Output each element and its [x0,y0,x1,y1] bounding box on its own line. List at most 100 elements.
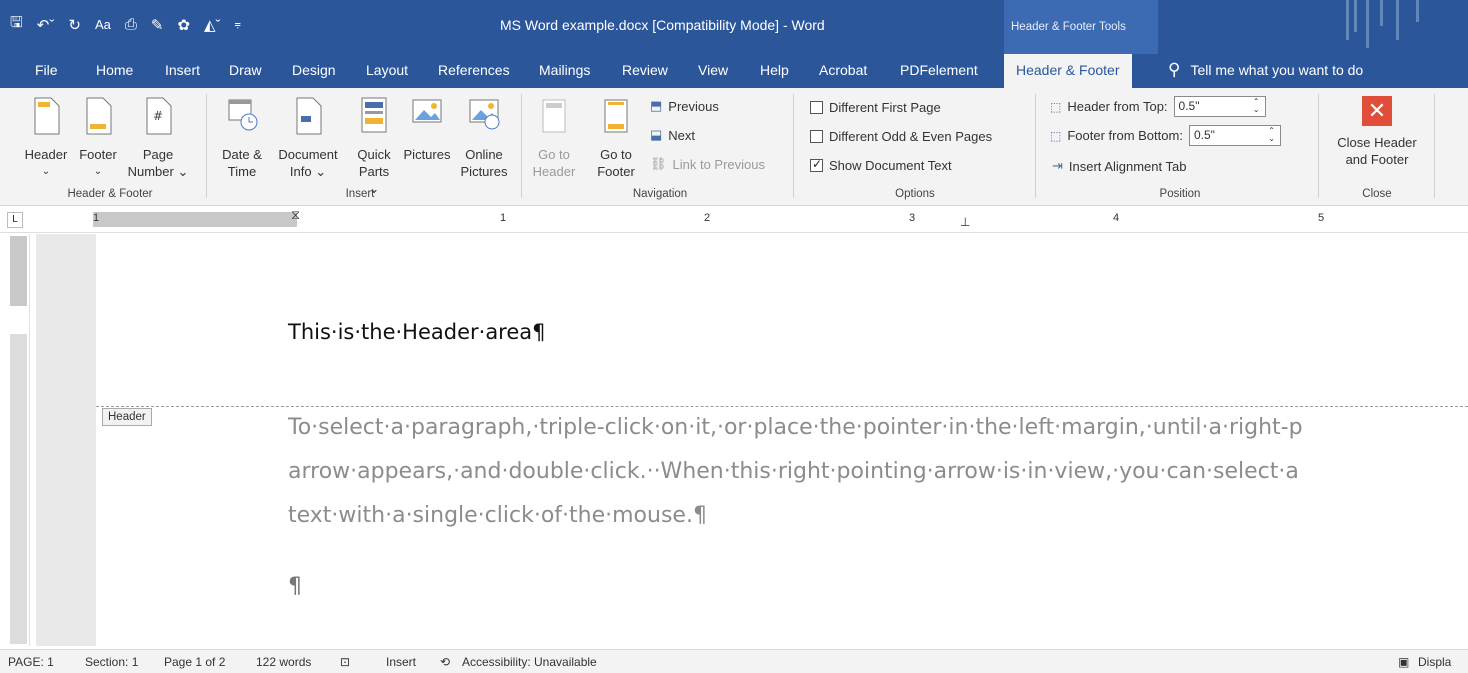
pictures-icon [412,99,442,123]
vruler-track [10,334,27,644]
header-icon [34,97,60,135]
link-icon: ⛓ [650,156,667,171]
tab-acrobat[interactable]: Acrobat [819,62,867,78]
customize-qat-icon[interactable]: ⩦ [235,18,241,31]
ruler-number: 2 [704,212,711,224]
vertical-ruler[interactable] [8,234,30,646]
spinner-arrows-icon[interactable]: ⌃ ⌄ [1268,127,1275,143]
title-decoration [1336,0,1446,54]
link-to-previous-button[interactable]: ⛓ Link to Previous [650,156,765,172]
tab-home[interactable]: Home [96,62,133,78]
pictures-button[interactable]: Pictures [398,96,456,163]
body-paragraph[interactable]: To·select·a·paragraph,·triple-click·on·i… [288,406,1468,538]
separator [521,94,522,198]
show-document-text-option[interactable]: Show Document Text [810,157,952,173]
tab-help[interactable]: Help [760,62,789,78]
group-insert-label: Insert [345,188,375,200]
close-header-footer-button[interactable]: ✕ Close Header and Footer [1328,96,1426,168]
group-position-label: Position [1159,188,1201,200]
status-page[interactable]: PAGE: 1 [8,655,54,669]
group-options-label: Options [895,188,935,200]
page-number-icon: # [146,97,172,135]
tell-me-box[interactable]: ⚲ Tell me what you want to do [1168,60,1363,80]
tab-pdfelement[interactable]: PDFelement [900,62,978,78]
document-info-button[interactable]: Document Info ⌄ [273,96,343,180]
tab-mailings[interactable]: Mailings [539,62,590,78]
ruler-number: 3 [909,212,916,224]
footer-icon [86,97,112,135]
different-odd-even-option[interactable]: Different Odd & Even Pages [810,129,992,144]
spinner-arrows-icon[interactable]: ⌃ ⌄ [1253,98,1260,114]
tab-stop-icon[interactable]: ⊥ [960,215,970,229]
svg-text:#: # [153,109,163,123]
change-case-icon[interactable]: Aa [95,17,111,32]
status-bar: PAGE: 1 Section: 1 Page 1 of 2 122 words… [0,649,1468,673]
tab-header-footer[interactable]: Header & Footer [1004,54,1132,88]
tab-design[interactable]: Design [292,62,336,78]
header-text[interactable]: This·is·the·Header·area¶ [288,320,546,344]
left-page-margin [36,234,96,646]
go-to-footer-button[interactable]: Go to Footer [594,96,638,180]
go-to-header-button[interactable]: Go to Header [532,96,576,180]
save-icon[interactable]: 🖫 [10,12,23,37]
horizontal-ruler[interactable]: L 1 1 2 3 4 5 ⧖ ⊥ [0,207,1468,233]
group-header-footer-label: Header & Footer [67,188,153,200]
insert-alignment-tab-button[interactable]: ⇥ Insert Alignment Tab [1052,158,1186,174]
footer-position-icon: ⬚ [1050,128,1062,143]
indent-marker-icon[interactable]: ⧖ [291,207,300,223]
lightbulb-icon: ⚲ [1168,60,1181,79]
tab-references[interactable]: References [438,62,510,78]
next-button[interactable]: ⬓ Next [650,127,695,143]
separator [1035,94,1036,198]
status-accessibility[interactable]: Accessibility: Unavailable [462,655,597,669]
print-preview-icon[interactable]: ⎙ [125,16,137,33]
tab-view[interactable]: View [698,62,728,78]
footer-button[interactable]: Footer ⌄ [73,96,123,180]
title-bar: 🖫 ↶ˇ ↻ Aa ⎙ ✎ ✿ ◭ˇ ⩦ MS Word example.doc… [0,0,1468,54]
online-pictures-button[interactable]: Online Pictures [458,96,510,180]
status-section[interactable]: Section: 1 [85,655,138,669]
window-title: MS Word example.docx [Compatibility Mode… [500,17,825,33]
footer-from-bottom-row: ⬚ Footer from Bottom: 0.5" ⌃ ⌄ [1050,125,1281,146]
tab-review[interactable]: Review [622,62,668,78]
ruler-number: 5 [1318,212,1325,224]
undo-icon[interactable]: ↶ˇ [37,16,55,34]
empty-paragraph-mark[interactable]: ¶ [288,574,302,599]
group-navigation-label: Navigation [632,188,688,200]
separator [206,94,207,198]
show-document-text-checkbox[interactable] [810,157,823,172]
header-button[interactable]: Header ⌄ [18,96,74,180]
different-first-page-checkbox[interactable] [810,101,823,114]
highlight-icon[interactable]: ◭ˇ [204,16,221,34]
header-from-top-input[interactable]: 0.5" ⌃ ⌄ [1173,96,1266,117]
close-icon: ✕ [1362,96,1392,126]
tab-file[interactable]: File [35,62,58,78]
status-words[interactable]: 122 words [256,655,311,669]
footer-from-bottom-input[interactable]: 0.5" ⌃ ⌄ [1188,125,1281,146]
quick-parts-button[interactable]: Quick Parts ⌄ [352,96,396,197]
group-close-label: Close [1362,188,1392,200]
proofing-icon[interactable]: ⊡ [340,655,350,669]
redo-icon[interactable]: ↻ [68,16,81,34]
document-page[interactable]: This·is·the·Header·area¶ Header To·selec… [96,234,1468,646]
status-display[interactable]: Displa [1418,655,1451,669]
tab-draw[interactable]: Draw [229,62,262,78]
go-to-footer-icon [604,99,628,133]
tab-layout[interactable]: Layout [366,62,408,78]
tab-selector[interactable]: L [7,212,23,228]
separator [1434,94,1435,198]
go-to-header-icon [542,99,566,133]
different-first-page-option[interactable]: Different First Page [810,100,941,115]
draw-icon[interactable]: ✎ [151,16,164,34]
tab-insert[interactable]: Insert [165,62,200,78]
document-info-icon [296,97,322,135]
previous-button[interactable]: ⬒ Previous [650,98,719,114]
status-mode[interactable]: Insert [386,655,416,669]
different-odd-even-checkbox[interactable] [810,130,823,143]
page-number-button[interactable]: # Page Number ⌄ [125,96,191,180]
shapes-icon[interactable]: ✿ [177,16,190,34]
date-time-button[interactable]: Date & Time [214,96,270,180]
online-pictures-icon [469,99,500,130]
status-page-of[interactable]: Page 1 of 2 [164,655,225,669]
display-settings-icon[interactable]: ▣ [1398,655,1409,669]
